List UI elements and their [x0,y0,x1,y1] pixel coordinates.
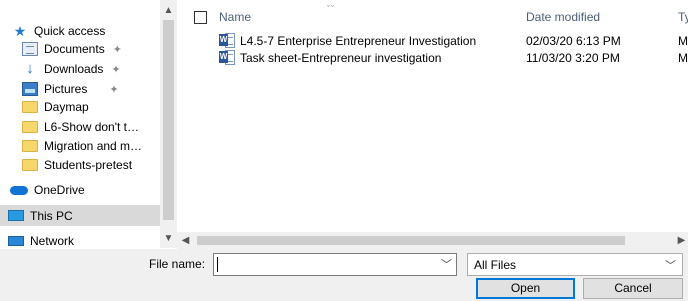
cancel-button[interactable]: Cancel [583,278,683,299]
pin-icon: ✦ [112,43,122,56]
column-header-date-modified[interactable]: Date modified [526,10,600,28]
open-button[interactable]: Open [476,278,575,299]
chevron-down-icon[interactable]: ﹀ [441,256,452,272]
nav-item-label: Network [30,234,75,248]
nav-item-this-pc[interactable]: This PC [0,205,160,226]
file-date: 02/03/20 6:13 PM [526,34,621,48]
downloads-icon: ↓ [26,60,34,77]
scrollbar-thumb[interactable] [163,20,174,220]
file-name-combobox[interactable]: ﹀ [213,253,457,276]
horizontal-scrollbar[interactable]: ◀ ▶ [177,232,688,249]
file-row[interactable]: W Task sheet-Entrepreneur investigation … [177,49,688,67]
pin-icon: ✦ [111,63,121,76]
nav-item-label: Pictures [44,82,88,96]
file-list: ˇˇ Name Date modified Ty W L4.5-7 Enterp… [177,0,688,232]
folder-icon [22,121,38,133]
documents-icon [22,42,38,56]
nav-item-label: Quick access [34,24,106,38]
nav-item-label: L6-Show don't t… [44,120,140,134]
file-date: 11/03/20 3:20 PM [526,51,620,65]
nav-item-documents[interactable]: Documents ✦ [0,39,160,59]
nav-vertical-scrollbar[interactable]: ▲ ▼ [160,0,177,248]
word-document-icon: W [219,33,235,48]
nav-item-pictures[interactable]: Pictures ✦ [0,79,160,99]
nav-item-label: Downloads [44,62,104,76]
file-type-select[interactable]: All Files ﹀ [467,253,683,276]
folder-icon [22,140,38,152]
navigation-pane: ★ Quick access Documents ✦ ↓ Downloads ✦… [0,0,160,248]
file-type-value: All Files [474,258,517,272]
file-name: L4.5-7 Enterprise Entrepreneur Investiga… [240,34,477,48]
scrollbar-thumb[interactable] [197,236,625,245]
nav-item-label: Documents [44,42,105,56]
nav-item-onedrive[interactable]: OneDrive [0,180,160,200]
file-type: M [678,51,688,65]
nav-item-label: Students-pretest [44,158,133,172]
nav-item-quick-access[interactable]: ★ Quick access [0,21,160,41]
column-header-name[interactable]: Name [219,10,251,28]
nav-item-label: OneDrive [34,183,85,197]
nav-item-label: Migration and m… [44,139,143,153]
scroll-down-arrow-icon[interactable]: ▼ [160,230,177,247]
file-name-label: File name: [149,257,206,271]
nav-item-students-pretest[interactable]: Students-pretest [0,155,160,175]
column-header-type[interactable]: Ty [678,10,688,28]
scroll-right-arrow-icon[interactable]: ▶ [673,232,688,249]
sort-indicator-icon: ˇˇ [327,4,335,14]
file-row[interactable]: W L4.5-7 Enterprise Entrepreneur Investi… [177,32,688,50]
scroll-left-arrow-icon[interactable]: ◀ [177,232,194,249]
nav-item-label: Daymap [44,100,89,114]
file-name: Task sheet-Entrepreneur investigation [240,51,442,65]
chevron-down-icon: ﹀ [665,260,676,272]
onedrive-icon [10,185,28,195]
network-icon [8,236,24,246]
pin-icon: ✦ [109,83,119,96]
nav-item-label: This PC [30,208,73,223]
file-type: M [678,34,688,48]
word-document-icon: W [219,50,235,65]
select-all-checkbox[interactable] [194,11,207,24]
nav-item-downloads[interactable]: ↓ Downloads ✦ [0,59,160,79]
file-name-input[interactable] [214,254,434,275]
folder-icon [22,101,38,113]
folder-icon [22,159,38,171]
scroll-up-arrow-icon[interactable]: ▲ [160,2,177,19]
dialog-footer: File name: ﹀ All Files ﹀ Open Cancel [0,249,688,301]
text-caret [217,257,218,272]
nav-item-daymap[interactable]: Daymap [0,97,160,117]
nav-item-network[interactable]: Network [0,231,160,248]
nav-item-l6-show-dont-tell[interactable]: L6-Show don't t… [0,117,160,137]
this-pc-icon [8,210,24,221]
nav-item-migration[interactable]: Migration and m… [0,136,160,156]
star-icon: ★ [13,23,27,39]
pictures-icon [22,82,38,96]
